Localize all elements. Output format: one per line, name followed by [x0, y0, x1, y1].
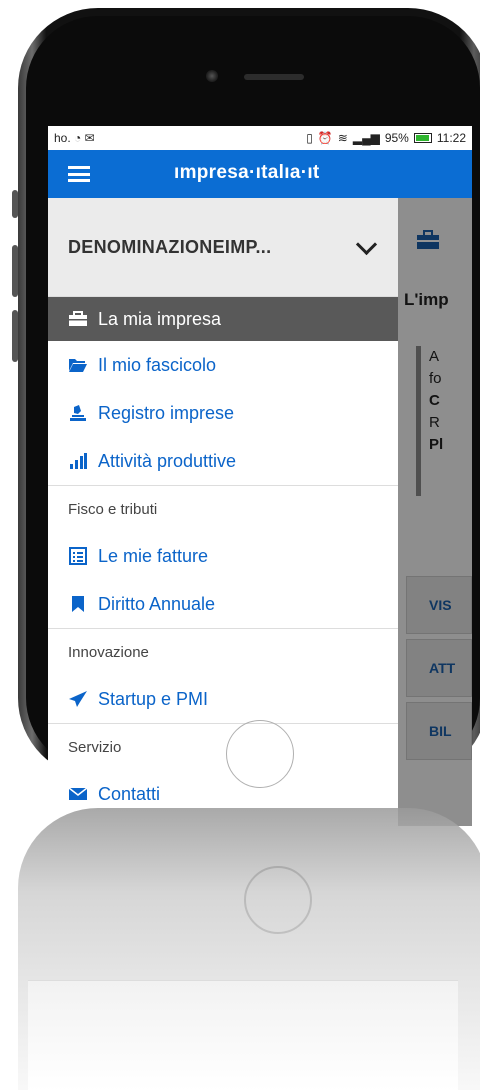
clock: 11:22 — [436, 131, 466, 145]
battery-percent: 95% — [384, 131, 409, 145]
brand-logo[interactable]: ımpresa·ıtalıa·ıt — [174, 162, 320, 184]
battery-icon — [413, 133, 432, 143]
nav-item-label: Il mio fascicolo — [98, 354, 217, 375]
section-servizio: Servizio — [48, 723, 398, 770]
wifi-icon: ≋ — [337, 131, 348, 145]
nav-item-label: Contatti — [98, 783, 161, 804]
notification-icon: ✉ — [84, 131, 95, 145]
stamp-icon — [68, 404, 88, 422]
signal-bars-icon — [68, 452, 88, 470]
vibrate-icon: ▯ — [306, 131, 313, 145]
status-carrier: ho. — [54, 131, 71, 145]
envelope-icon — [68, 785, 88, 803]
earpiece-speaker — [244, 74, 304, 80]
nav-item-registro-imprese[interactable]: Registro imprese — [48, 389, 398, 437]
bookmark-icon — [68, 595, 88, 613]
nav-item-la-mia-impresa[interactable]: La mia impresa — [48, 297, 398, 341]
mute-switch — [12, 190, 18, 218]
signal-icon: ▂▄▆ — [352, 131, 380, 145]
volume-up-button — [12, 245, 18, 297]
company-selector[interactable]: DENOMINAZIONEIMP... — [48, 198, 398, 297]
section-innovazione: Innovazione — [48, 628, 398, 675]
nav-item-label: Diritto Annuale — [98, 593, 216, 614]
nav-item-label: Le mie fatture — [98, 545, 209, 566]
drawer-scrim[interactable] — [398, 198, 472, 826]
alarm-icon: ⏰ — [317, 131, 333, 145]
nav-item-il-mio-fascicolo[interactable]: Il mio fascicolo — [48, 341, 398, 389]
reflection-screen — [28, 980, 458, 1091]
nav-item-label: Startup e PMI — [98, 688, 209, 709]
paper-plane-icon — [68, 690, 88, 708]
volume-down-button — [12, 310, 18, 362]
status-bar: ho. ◔ ✉ ▯ ⏰ ≋ ▂▄▆ 95% 11:22 — [48, 126, 472, 150]
status-right: ▯ ⏰ ≋ ▂▄▆ 95% 11:22 — [306, 131, 466, 145]
nav-item-label: La mia impresa — [98, 308, 222, 329]
nav-item-startup-e-pmi[interactable]: Startup e PMI — [48, 675, 398, 723]
folder-open-icon — [68, 356, 88, 374]
app-bar: ımpresa·ıtalıa·ıt — [48, 150, 472, 198]
status-left: ho. ◔ ✉ — [54, 131, 95, 145]
front-camera — [206, 70, 218, 82]
nav-item-label: Registro imprese — [98, 402, 235, 423]
nav-item-label: Attività produttive — [98, 450, 237, 471]
briefcase-icon — [68, 310, 88, 328]
list-document-icon — [68, 547, 88, 565]
company-name: DENOMINAZIONEIMP... — [68, 236, 272, 257]
nav-item-le-mie-fatture[interactable]: Le mie fatture — [48, 532, 398, 580]
section-fisco-e-tributi: Fisco e tributi — [48, 485, 398, 532]
nav-item-attivita-produttive[interactable]: Attività produttive — [48, 437, 398, 485]
whatsapp-icon: ◔ — [74, 131, 82, 145]
chevron-down-icon — [355, 233, 378, 255]
navigation-drawer: DENOMINAZIONEIMP... La mia impresa Il mi… — [48, 198, 398, 826]
reflection-home-button — [226, 720, 294, 788]
nav-item-diritto-annuale[interactable]: Diritto Annuale — [48, 580, 398, 628]
menu-icon[interactable] — [68, 166, 90, 182]
